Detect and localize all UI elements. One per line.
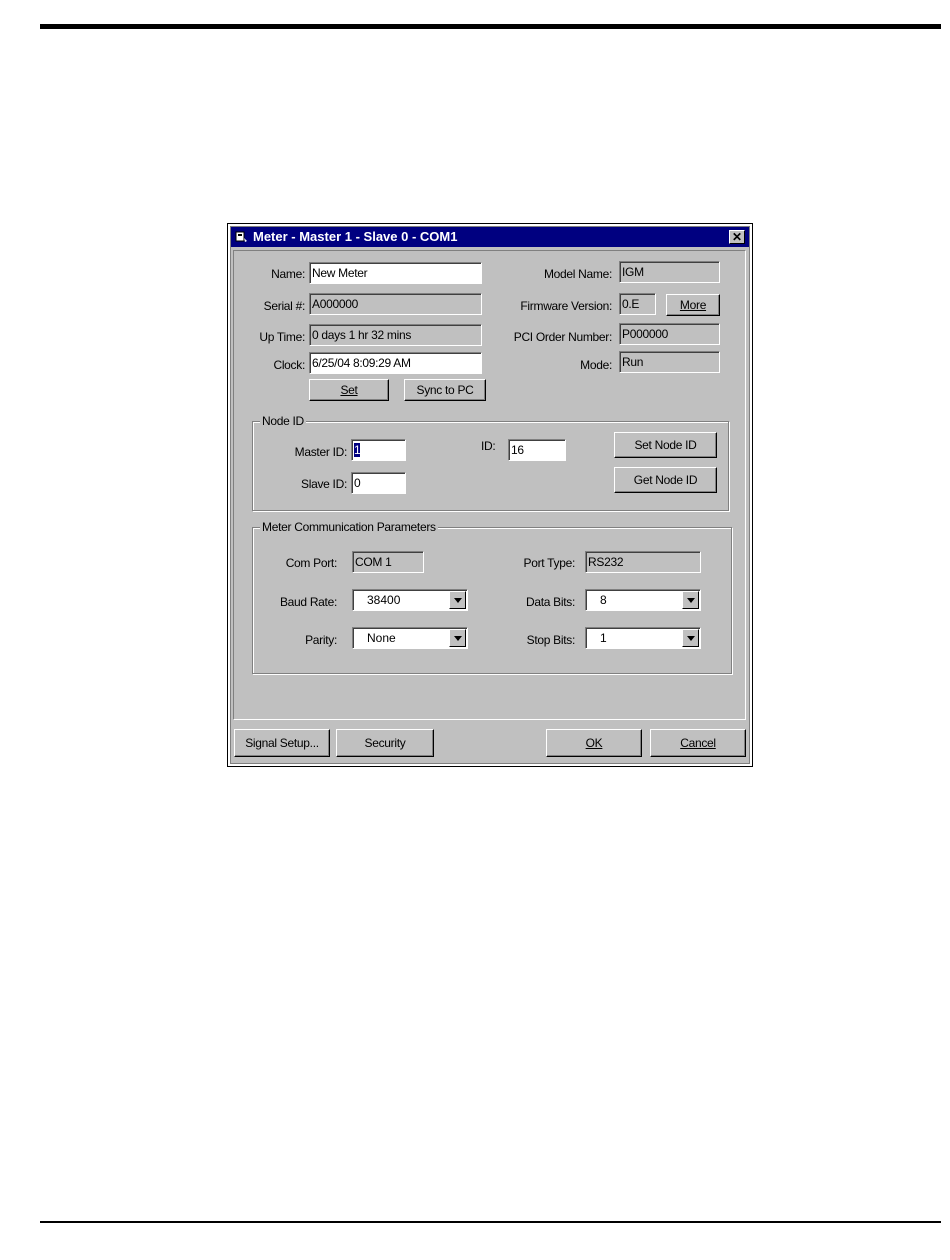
- master-id-value: 1: [354, 443, 361, 457]
- slave-id-input[interactable]: 0: [351, 472, 406, 494]
- get-node-id-button[interactable]: Get Node ID: [614, 467, 717, 493]
- clock-input[interactable]: 6/25/04 8:09:29 AM: [309, 352, 482, 374]
- serial-field: A000000: [309, 293, 482, 315]
- slave-id-label: Slave ID:: [301, 477, 347, 491]
- master-id-label: Master ID:: [294, 445, 348, 459]
- ok-label: OK: [585, 736, 603, 750]
- baud-rate-label: Baud Rate:: [279, 595, 337, 609]
- baud-rate-value: 38400: [367, 593, 401, 607]
- stop-bits-label: Stop Bits:: [526, 633, 576, 647]
- meter-dialog: Meter - Master 1 - Slave 0 - COM1 ✕ Name…: [227, 223, 753, 767]
- port-type-label: Port Type:: [523, 556, 576, 570]
- top-rule: [40, 24, 941, 29]
- set-clock-label: Set: [340, 383, 358, 397]
- parity-value: None: [367, 631, 396, 645]
- cancel-button[interactable]: Cancel: [650, 729, 746, 757]
- meter-app-icon: [235, 230, 248, 243]
- model-label: Model Name:: [543, 267, 612, 281]
- id-input[interactable]: 16: [508, 439, 566, 461]
- meter-tab-pane: Name: New Meter Serial #: A000000 Up Tim…: [233, 250, 746, 720]
- name-input[interactable]: New Meter: [309, 262, 482, 284]
- sync-to-pc-button[interactable]: Sync to PC: [404, 379, 486, 401]
- more-button[interactable]: More: [666, 294, 720, 316]
- bottom-rule: [40, 1221, 941, 1223]
- mode-field: Run: [619, 351, 720, 373]
- more-label: More: [679, 298, 707, 312]
- security-button[interactable]: Security: [336, 729, 434, 757]
- uptime-label: Up Time:: [259, 330, 305, 344]
- window-title: Meter - Master 1 - Slave 0 - COM1: [253, 229, 458, 244]
- parity-dropdown-icon[interactable]: [449, 629, 466, 647]
- uptime-field: 0 days 1 hr 32 mins: [309, 324, 482, 346]
- name-label: Name:: [271, 267, 305, 281]
- mode-label: Mode:: [580, 358, 612, 372]
- node-id-group-title: Node ID: [260, 414, 306, 428]
- ok-button[interactable]: OK: [546, 729, 642, 757]
- id-label: ID:: [481, 439, 496, 453]
- clock-label: Clock:: [273, 358, 305, 372]
- firmware-label: Firmware Version:: [520, 299, 612, 313]
- parity-label: Parity:: [305, 633, 337, 647]
- pci-field: P000000: [619, 323, 720, 345]
- stop-bits-dropdown-icon[interactable]: [682, 629, 699, 647]
- signal-setup-button[interactable]: Signal Setup...: [234, 729, 330, 757]
- cancel-label: Cancel: [680, 736, 716, 750]
- stop-bits-value: 1: [600, 631, 607, 645]
- data-bits-label: Data Bits:: [525, 595, 575, 609]
- comm-params-group-title: Meter Communication Parameters: [260, 520, 438, 534]
- serial-label: Serial #:: [263, 299, 306, 313]
- master-id-input[interactable]: 1: [351, 439, 406, 461]
- set-node-id-button[interactable]: Set Node ID: [614, 432, 717, 458]
- data-bits-dropdown-icon[interactable]: [682, 591, 699, 609]
- pci-label: PCI Order Number:: [513, 330, 613, 344]
- parity-select[interactable]: None: [352, 627, 468, 649]
- data-bits-value: 8: [600, 593, 607, 607]
- model-field: IGM: [619, 261, 720, 283]
- firmware-field: 0.E: [619, 293, 656, 315]
- data-bits-select[interactable]: 8: [585, 589, 701, 611]
- com-port-label: Com Port:: [285, 556, 338, 570]
- baud-rate-select[interactable]: 38400: [352, 589, 468, 611]
- title-bar[interactable]: Meter - Master 1 - Slave 0 - COM1 ✕: [231, 227, 749, 247]
- com-port-field: COM 1: [352, 551, 424, 573]
- port-type-field: RS232: [585, 551, 701, 573]
- close-icon[interactable]: ✕: [729, 230, 745, 244]
- set-clock-button[interactable]: Set: [309, 379, 389, 401]
- stop-bits-select[interactable]: 1: [585, 627, 701, 649]
- baud-rate-dropdown-icon[interactable]: [449, 591, 466, 609]
